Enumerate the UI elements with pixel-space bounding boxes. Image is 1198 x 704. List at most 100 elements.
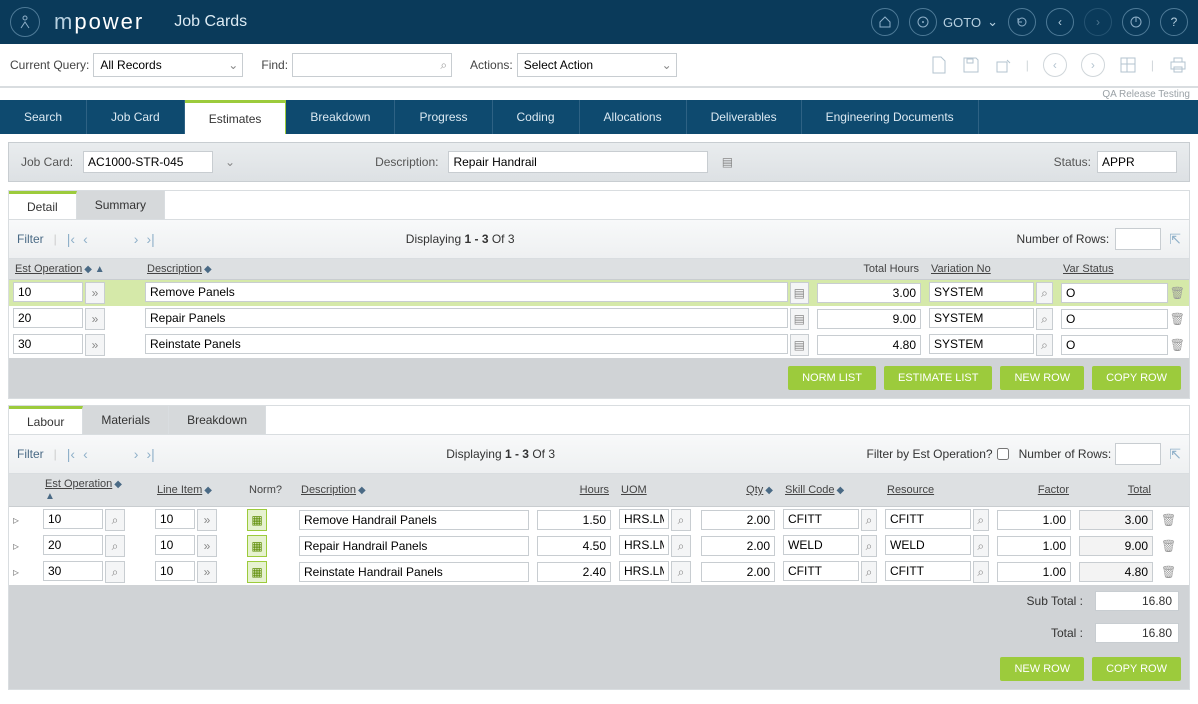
lookup-icon[interactable]: ⌕	[105, 535, 125, 557]
est-op-input[interactable]	[13, 308, 83, 328]
tab-deliverables[interactable]: Deliverables	[687, 100, 802, 134]
home-icon[interactable]	[871, 8, 899, 36]
copy-row-button[interactable]: COPY ROW	[1092, 657, 1181, 681]
est-op-input[interactable]	[43, 509, 103, 529]
find-input-wrap[interactable]: ⌕	[292, 53, 452, 77]
variation-input[interactable]	[929, 282, 1034, 302]
est-op-input[interactable]	[13, 334, 83, 354]
expand-icon[interactable]: ▹	[13, 565, 19, 579]
estimate-list-button[interactable]: ESTIMATE LIST	[884, 366, 992, 390]
subtab-summary[interactable]: Summary	[77, 191, 165, 219]
tab-progress[interactable]: Progress	[395, 100, 492, 134]
variation-input[interactable]	[929, 308, 1034, 328]
subtab-breakdown[interactable]: Breakdown	[169, 406, 266, 434]
norm-icon[interactable]: ▦	[247, 561, 267, 583]
status-input[interactable]	[1061, 309, 1168, 329]
tab-search[interactable]: Search	[0, 100, 87, 134]
description-input[interactable]	[145, 282, 788, 302]
current-query-select[interactable]: ⌄	[93, 53, 243, 77]
print-icon[interactable]	[1168, 56, 1188, 74]
total-input[interactable]	[1079, 536, 1153, 556]
est-op-input[interactable]	[13, 282, 83, 302]
refresh-icon[interactable]	[1008, 8, 1036, 36]
lookup-icon[interactable]: ⌕	[861, 561, 877, 583]
description-input[interactable]	[299, 510, 529, 530]
hours-input[interactable]	[817, 283, 921, 303]
rows-input[interactable]	[1115, 228, 1161, 250]
textarea-icon[interactable]: ▤	[790, 308, 809, 330]
resource-input[interactable]	[885, 509, 971, 529]
chevron-down-icon[interactable]: ⌄	[225, 155, 235, 169]
lookup-icon[interactable]: ⌕	[1036, 282, 1053, 304]
lookup-icon[interactable]: ⌕	[973, 509, 989, 531]
rows-input[interactable]	[1115, 443, 1161, 465]
factor-input[interactable]	[997, 536, 1071, 556]
popout-icon[interactable]: ⇱	[1169, 446, 1181, 463]
lookup-icon[interactable]: ⌕	[1036, 334, 1053, 356]
power-icon[interactable]	[1122, 8, 1150, 36]
table-row[interactable]: ▹⌕»▦⌕⌕⌕🗑	[9, 533, 1189, 559]
total-input[interactable]	[1079, 510, 1153, 530]
lookup-icon[interactable]: ⌕	[671, 561, 691, 583]
subtab-labour[interactable]: Labour	[9, 406, 83, 434]
copy-row-button[interactable]: COPY ROW	[1092, 366, 1181, 390]
expand-icon[interactable]: ▹	[13, 539, 19, 553]
detail-icon[interactable]: »	[197, 561, 217, 583]
factor-input[interactable]	[997, 562, 1071, 582]
lookup-icon[interactable]: ⌕	[861, 535, 877, 557]
current-query-value[interactable]	[98, 56, 224, 74]
popout-icon[interactable]: ⇱	[1169, 231, 1181, 248]
description-input[interactable]	[145, 308, 788, 328]
trash-icon[interactable]: 🗑	[1170, 335, 1185, 355]
new-doc-icon[interactable]	[930, 55, 948, 75]
actions-select[interactable]: ⌄	[517, 53, 677, 77]
est-op-input[interactable]	[43, 561, 103, 581]
detail-icon[interactable]: »	[85, 282, 105, 304]
next-page-icon[interactable]: ›	[134, 231, 139, 247]
norm-icon[interactable]: ▦	[247, 509, 267, 531]
textarea-icon[interactable]: ▤	[790, 334, 809, 356]
trash-icon[interactable]: 🗑	[1161, 565, 1176, 579]
filter-est-checkbox[interactable]	[997, 448, 1009, 460]
lookup-icon[interactable]: ⌕	[973, 561, 989, 583]
new-row-button[interactable]: NEW ROW	[1000, 657, 1084, 681]
lookup-icon[interactable]: ⌕	[671, 535, 691, 557]
description-input[interactable]	[299, 562, 529, 582]
subtab-detail[interactable]: Detail	[9, 191, 77, 219]
next-page-icon[interactable]: ›	[134, 446, 139, 462]
help-icon[interactable]: ?	[1160, 8, 1188, 36]
lookup-icon[interactable]: ⌕	[105, 561, 125, 583]
last-page-icon[interactable]: ›|	[146, 231, 154, 247]
uom-input[interactable]	[619, 561, 669, 581]
detail-icon[interactable]: »	[197, 509, 217, 531]
total-input[interactable]	[1079, 562, 1153, 582]
uom-input[interactable]	[619, 509, 669, 529]
textarea-icon[interactable]: ▤	[718, 152, 736, 172]
prev-page-icon[interactable]: ‹	[83, 231, 88, 247]
tab-estimates[interactable]: Estimates	[185, 100, 287, 134]
detail-icon[interactable]: »	[85, 308, 105, 330]
filter-link[interactable]: Filter	[17, 447, 44, 461]
line-item-input[interactable]	[155, 561, 195, 581]
clear-icon[interactable]	[994, 56, 1012, 74]
trash-icon[interactable]: 🗑	[1170, 283, 1185, 303]
norm-icon[interactable]: ▦	[247, 535, 267, 557]
detail-icon[interactable]: »	[197, 535, 217, 557]
prev-page-icon[interactable]: ‹	[83, 446, 88, 462]
trash-icon[interactable]: 🗑	[1170, 309, 1185, 329]
textarea-icon[interactable]: ▤	[790, 282, 809, 304]
tab-coding[interactable]: Coding	[493, 100, 580, 134]
expand-icon[interactable]: ▹	[13, 513, 19, 527]
line-item-input[interactable]	[155, 535, 195, 555]
trash-icon[interactable]: 🗑	[1161, 539, 1176, 553]
hours-input[interactable]	[537, 562, 611, 582]
lookup-icon[interactable]: ⌕	[105, 509, 125, 531]
skill-input[interactable]	[783, 535, 859, 555]
hours-input[interactable]	[817, 309, 921, 329]
last-page-icon[interactable]: ›|	[146, 446, 154, 462]
status-field[interactable]	[1097, 151, 1177, 173]
est-op-input[interactable]	[43, 535, 103, 555]
goto-menu[interactable]: GOTO ⌄	[909, 8, 998, 36]
grid-icon[interactable]	[1119, 56, 1137, 74]
table-row[interactable]: ▹⌕»▦⌕⌕⌕🗑	[9, 507, 1189, 534]
